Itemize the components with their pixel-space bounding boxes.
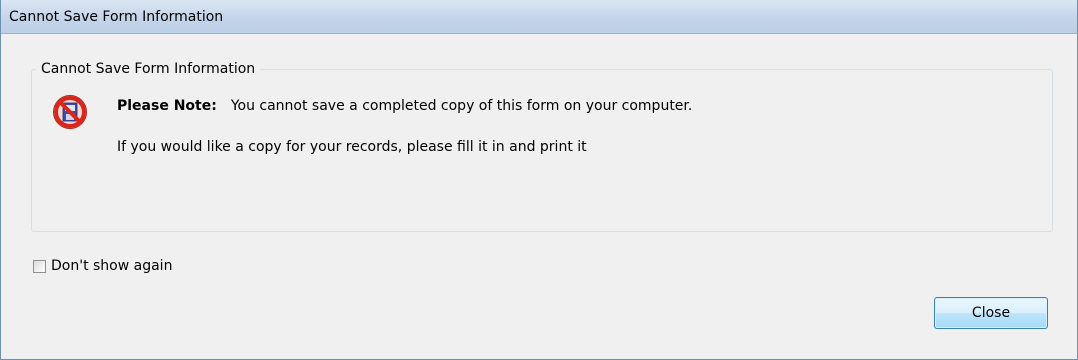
dialog-window: Cannot Save Form Information Cannot Save…: [0, 0, 1078, 360]
dont-show-again-label[interactable]: Don't show again: [51, 257, 172, 275]
close-button[interactable]: Close: [934, 297, 1048, 329]
dialog-body: Cannot Save Form Information Please Note…: [7, 34, 1071, 353]
title-bar[interactable]: Cannot Save Form Information: [1, 0, 1077, 34]
window-title: Cannot Save Form Information: [9, 9, 224, 25]
dont-show-again-checkbox[interactable]: [33, 259, 46, 273]
dont-show-again-option[interactable]: Don't show again: [33, 257, 172, 275]
group-box-title: Cannot Save Form Information: [36, 60, 261, 78]
note-text: You cannot save a completed copy of this…: [230, 98, 693, 114]
message-group-box: Cannot Save Form Information Please Note…: [31, 60, 1053, 232]
copy-instructions-text: If you would like a copy for your record…: [117, 139, 587, 155]
note-line: Please Note: You cannot save a completed …: [117, 97, 692, 115]
no-save-icon: [52, 94, 88, 130]
note-label: Please Note:: [117, 98, 217, 114]
